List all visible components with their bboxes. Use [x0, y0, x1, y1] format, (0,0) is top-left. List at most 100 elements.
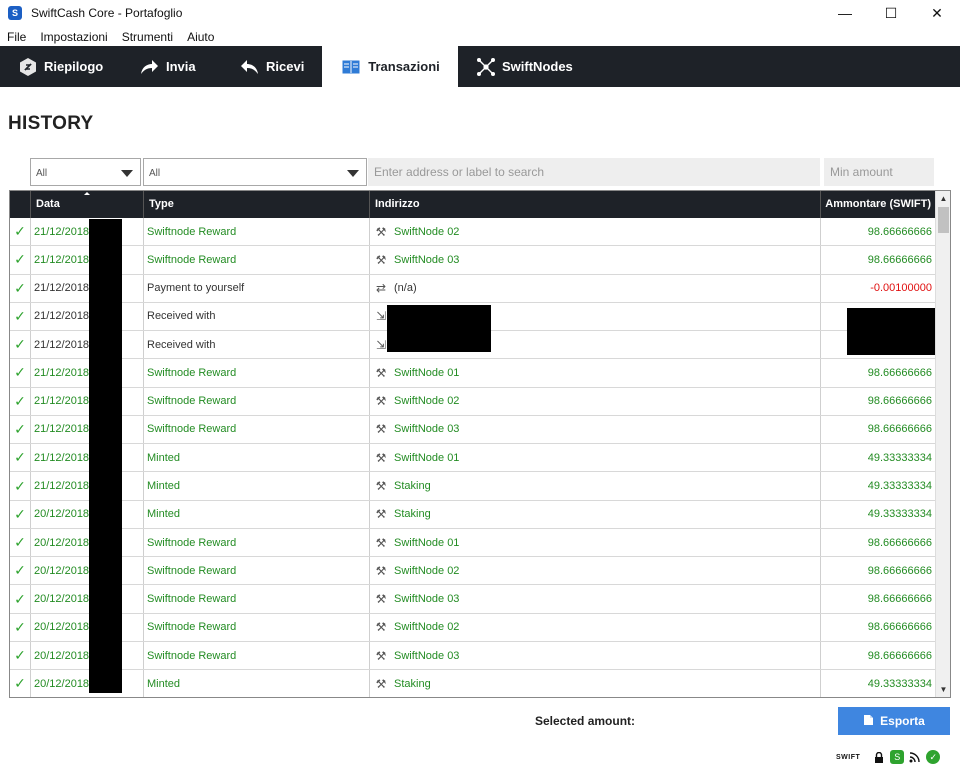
address-cell: ⚒ SwiftNode 01: [370, 444, 821, 472]
mining-icon: ⚒: [375, 422, 387, 437]
vertical-scrollbar[interactable]: ▲ ▼: [935, 191, 950, 697]
amount-cell: 98.66666666: [821, 359, 935, 386]
status-cell: ✓: [10, 387, 31, 415]
type-value: Minted: [147, 508, 181, 521]
type-value: Swiftnode Reward: [147, 564, 237, 577]
table-row[interactable]: ✓ 21/12/2018 Swiftnode Reward ⚒ SwiftNode 03…: [10, 415, 935, 445]
search-input[interactable]: [368, 158, 820, 186]
status-cell: ✓: [10, 670, 31, 697]
staking-icon[interactable]: S: [890, 750, 905, 764]
date-cell: 21/12/2018: [31, 359, 144, 387]
amount-value: 98.66666666: [867, 253, 932, 266]
scroll-thumb[interactable]: [938, 207, 949, 233]
type-filter-select[interactable]: All: [143, 158, 367, 186]
maximize-button[interactable]: ☐: [868, 0, 914, 26]
address-cell: ⚒ SwiftNode 03: [370, 246, 821, 274]
status-cell: ✓: [10, 415, 31, 444]
amount-cell: 98.66666666: [821, 585, 935, 612]
amount-value: 49.33333334: [867, 451, 932, 464]
amount-cell: 98.66666666: [821, 642, 935, 669]
type-cell: Swiftnode Reward: [144, 387, 370, 415]
address-value: SwiftNode 03: [394, 423, 460, 436]
tab-transactions[interactable]: Transazioni: [322, 46, 458, 87]
table-row[interactable]: ✓ 21/12/2018 Swiftnode Reward ⚒ SwiftNode 02…: [10, 387, 935, 416]
minimize-button[interactable]: —: [822, 0, 868, 26]
menu-settings[interactable]: Impostazioni: [33, 28, 114, 46]
network-icon[interactable]: [908, 750, 922, 764]
selected-amount-label: Selected amount:: [535, 714, 636, 728]
table-row[interactable]: ✓ 20/12/2018 Minted ⚒ Staking 49.33333334: [10, 670, 935, 697]
status-cell: ✓: [10, 218, 31, 246]
type-cell: Swiftnode Reward: [144, 246, 370, 274]
menu-file[interactable]: File: [0, 28, 33, 46]
tab-swiftnodes[interactable]: SwiftNodes: [458, 46, 578, 87]
close-button[interactable]: ✕: [914, 0, 960, 26]
type-cell: Minted: [144, 500, 370, 528]
table-row[interactable]: ✓ 21/12/2018 Minted ⚒ SwiftNode 01 49.3333333…: [10, 444, 935, 473]
column-header-type[interactable]: Type: [144, 191, 370, 218]
amount-value: 49.33333334: [867, 677, 932, 690]
table-row[interactable]: ✓ 21/12/2018 Swiftnode Reward ⚒ SwiftNode 02…: [10, 218, 935, 247]
date-cell: 21/12/2018: [31, 218, 144, 246]
table-row[interactable]: ✓ 20/12/2018 Minted ⚒ Staking 49.33333334: [10, 500, 935, 529]
menu-tools[interactable]: Strumenti: [115, 28, 180, 46]
table-row[interactable]: ✓ 20/12/2018 Swiftnode Reward ⚒ SwiftNode 03…: [10, 585, 935, 614]
table-row[interactable]: ✓ 21/12/2018 Swiftnode Reward ⚒ SwiftNode 01…: [10, 359, 935, 388]
amount-cell: 98.66666666: [821, 614, 935, 641]
type-value: Swiftnode Reward: [147, 366, 237, 379]
column-header-label: Type: [149, 198, 174, 210]
mining-icon: ⚒: [375, 648, 387, 663]
scroll-down-icon[interactable]: ▼: [936, 682, 950, 697]
self-icon: ⇄: [375, 281, 387, 296]
export-button[interactable]: Esporta: [838, 707, 950, 735]
address-cell: ⚒ SwiftNode 01: [370, 528, 821, 557]
address-value: SwiftNode 02: [394, 564, 460, 577]
status-column-header[interactable]: [10, 191, 31, 218]
date-value: 21/12/2018: [34, 366, 90, 379]
min-amount-input[interactable]: [824, 158, 934, 186]
column-header-amount[interactable]: Ammontare (SWIFT): [821, 191, 935, 218]
address-cell: ⚒ Staking: [370, 500, 821, 528]
table-row[interactable]: ✓ 20/12/2018 Swiftnode Reward ⚒ SwiftNode 03…: [10, 641, 935, 671]
receive-icon: [240, 56, 260, 78]
address-cell: ⚒ SwiftNode 02: [370, 557, 821, 585]
tab-overview[interactable]: Riepilogo: [0, 46, 120, 87]
column-header-address[interactable]: Indirizzo: [370, 191, 821, 218]
type-cell: Payment to yourself: [144, 274, 370, 302]
tab-send[interactable]: Invia: [120, 46, 222, 87]
table-row[interactable]: ✓ 21/12/2018 Swiftnode Reward ⚒ SwiftNode 03…: [10, 246, 935, 275]
table-row[interactable]: ✓ 20/12/2018 Swiftnode Reward ⚒ SwiftNode 02…: [10, 557, 935, 586]
menu-bar: File Impostazioni Strumenti Aiuto: [0, 28, 221, 46]
address-value: SwiftNode 03: [394, 253, 460, 266]
table-row[interactable]: ✓ 21/12/2018 Minted ⚒ Staking 49.33333334: [10, 472, 935, 501]
confirmed-check-icon: ✓: [14, 618, 26, 635]
tab-receive[interactable]: Ricevi: [222, 46, 322, 87]
date-value: 20/12/2018: [34, 508, 90, 521]
column-header-date[interactable]: Data: [31, 191, 144, 218]
type-cell: Swiftnode Reward: [144, 557, 370, 585]
table-row[interactable]: ✓ 21/12/2018 Payment to yourself ⇄ (n/a) -0.0…: [10, 274, 935, 303]
date-cell: 21/12/2018: [31, 387, 144, 415]
table-row[interactable]: ✓ 20/12/2018 Swiftnode Reward ⚒ SwiftNode 01…: [10, 528, 935, 558]
table-body: ✓ 21/12/2018 Swiftnode Reward ⚒ SwiftNode 02…: [10, 218, 935, 697]
menu-help[interactable]: Aiuto: [180, 28, 221, 46]
address-cell: ⚒ SwiftNode 01: [370, 359, 821, 387]
status-cell: ✓: [10, 472, 31, 500]
lock-icon[interactable]: [872, 750, 886, 764]
receive-small-icon: ⇲: [375, 337, 387, 352]
export-icon: [863, 714, 874, 729]
type-cell: Swiftnode Reward: [144, 641, 370, 670]
date-value: 20/12/2018: [34, 536, 90, 549]
date-filter-select[interactable]: All: [30, 158, 141, 186]
mining-icon: ⚒: [375, 224, 387, 239]
address-cell: ⇄ (n/a): [370, 274, 821, 302]
amount-cell: 98.66666666: [821, 388, 935, 415]
table-row[interactable]: ✓ 20/12/2018 Swiftnode Reward ⚒ SwiftNode 02…: [10, 613, 935, 642]
date-cell: 20/12/2018: [31, 641, 144, 670]
date-cell: 20/12/2018: [31, 500, 144, 528]
address-cell: ⚒ Staking: [370, 472, 821, 500]
sync-ok-icon[interactable]: ✓: [926, 750, 941, 764]
status-cell: ✓: [10, 302, 31, 331]
scroll-up-icon[interactable]: ▲: [936, 191, 950, 206]
amount-cell: 49.33333334: [821, 444, 935, 471]
